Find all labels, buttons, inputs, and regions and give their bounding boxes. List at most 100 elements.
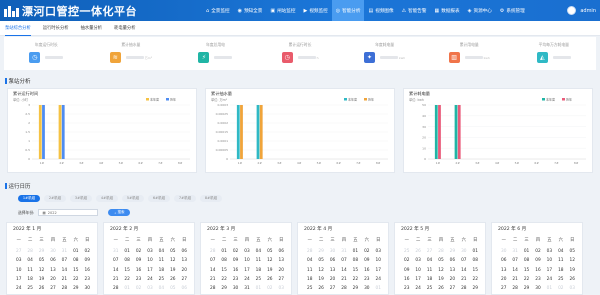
calendar-day[interactable]: 27 (13, 249, 24, 258)
calendar-day[interactable]: 21 (59, 277, 70, 286)
calendar-day[interactable]: 05 (167, 286, 178, 295)
calendar-day[interactable]: 27 (424, 249, 435, 258)
calendar-day[interactable]: 25 (424, 286, 435, 295)
pump-toggle-2[interactable]: 2#机组 (44, 195, 66, 202)
calendar-day[interactable]: 22 (350, 277, 361, 286)
calendar-day[interactable]: 05 (264, 249, 275, 258)
pump-toggle-8[interactable]: 8#机组 (200, 195, 222, 202)
calendar-day[interactable]: 24 (412, 286, 423, 295)
calendar-day[interactable]: 02 (133, 286, 144, 295)
calendar-day[interactable]: 07 (207, 258, 218, 267)
calendar-day[interactable]: 28 (207, 249, 218, 258)
calendar-day[interactable]: 13 (179, 258, 190, 267)
calendar-day[interactable]: 06 (327, 258, 338, 267)
tab-0[interactable]: 泵站综合分析 (5, 21, 31, 36)
calendar-day[interactable]: 01 (350, 249, 361, 258)
search-button[interactable]: ⌕ 搜索 (108, 209, 131, 216)
calendar-day[interactable]: 01 (373, 286, 384, 295)
calendar-day[interactable]: 24 (373, 277, 384, 286)
pump-toggle-4[interactable]: 4#机组 (96, 195, 118, 202)
pump-toggle-1[interactable]: 1#机组 (18, 195, 40, 202)
calendar-day[interactable]: 29 (447, 249, 458, 258)
calendar-day[interactable]: 20 (276, 268, 287, 277)
calendar-day[interactable]: 07 (59, 258, 70, 267)
calendar-day[interactable]: 30 (361, 286, 372, 295)
calendar-day[interactable]: 12 (315, 268, 326, 277)
calendar-day[interactable]: 09 (401, 268, 412, 277)
calendar-day[interactable]: 21 (338, 277, 349, 286)
calendar-day[interactable]: 22 (521, 277, 532, 286)
calendar-day[interactable]: 14 (458, 268, 469, 277)
calendar-day[interactable]: 25 (304, 286, 315, 295)
calendar-day[interactable]: 01 (121, 286, 132, 295)
calendar-day[interactable]: 14 (207, 268, 218, 277)
calendar-day[interactable]: 19 (315, 277, 326, 286)
calendar-day[interactable]: 16 (361, 268, 372, 277)
calendar-day[interactable]: 26 (315, 286, 326, 295)
calendar-day[interactable]: 30 (498, 249, 509, 258)
tab-1[interactable]: 运行时长分析 (43, 21, 69, 35)
calendar-day[interactable]: 23 (82, 277, 93, 286)
calendar-day[interactable]: 02 (555, 286, 566, 295)
calendar-day[interactable]: 11 (555, 258, 566, 267)
calendar-day[interactable]: 08 (70, 258, 81, 267)
calendar-day[interactable]: 20 (447, 277, 458, 286)
calendar-day[interactable]: 16 (133, 268, 144, 277)
calendar-day[interactable]: 09 (361, 258, 372, 267)
avatar[interactable] (567, 6, 577, 15)
calendar-day[interactable]: 23 (133, 277, 144, 286)
calendar-day[interactable]: 11 (24, 268, 35, 277)
calendar-day[interactable]: 10 (13, 268, 24, 277)
calendar-day[interactable]: 06 (179, 249, 190, 258)
pump-toggle-6[interactable]: 6#机组 (148, 195, 170, 202)
calendar-day[interactable]: 06 (179, 286, 190, 295)
calendar-day[interactable]: 29 (36, 249, 47, 258)
nav-item-3[interactable]: ▶ 视频监控 (299, 0, 331, 21)
calendar-day[interactable]: 19 (567, 268, 578, 277)
nav-item-8[interactable]: ◈ 资源中心 (464, 0, 496, 21)
calendar-day[interactable]: 11 (253, 258, 264, 267)
calendar-day[interactable]: 04 (253, 249, 264, 258)
calendar-day[interactable]: 05 (315, 258, 326, 267)
calendar-day[interactable]: 18 (304, 277, 315, 286)
calendar-day[interactable]: 21 (458, 277, 469, 286)
calendar-day[interactable]: 09 (532, 258, 543, 267)
calendar-day[interactable]: 02 (401, 258, 412, 267)
calendar-day[interactable]: 22 (218, 277, 229, 286)
calendar-day[interactable]: 14 (59, 268, 70, 277)
calendar-day[interactable]: 29 (218, 286, 229, 295)
calendar-day[interactable]: 03 (144, 249, 155, 258)
calendar-day[interactable]: 28 (435, 249, 446, 258)
calendar-day[interactable]: 03 (241, 249, 252, 258)
calendar-day[interactable]: 13 (327, 268, 338, 277)
calendar-day[interactable]: 16 (82, 268, 93, 277)
calendar-day[interactable]: 23 (361, 277, 372, 286)
calendar-day[interactable]: 02 (264, 286, 275, 295)
nav-item-2[interactable]: ▣ 闸站监控 (266, 0, 299, 21)
calendar-day[interactable]: 08 (521, 258, 532, 267)
calendar-day[interactable]: 17 (13, 277, 24, 286)
calendar-day[interactable]: 30 (82, 286, 93, 295)
nav-item-0[interactable]: ⌂ 全景监控 (202, 0, 234, 21)
calendar-day[interactable]: 04 (424, 258, 435, 267)
calendar-day[interactable]: 08 (121, 258, 132, 267)
calendar-day[interactable]: 17 (144, 268, 155, 277)
calendar-day[interactable]: 29 (70, 286, 81, 295)
calendar-day[interactable]: 12 (264, 258, 275, 267)
calendar-day[interactable]: 09 (133, 258, 144, 267)
calendar-day[interactable]: 18 (424, 277, 435, 286)
calendar-day[interactable]: 06 (276, 249, 287, 258)
calendar-day[interactable]: 30 (230, 286, 241, 295)
calendar-day[interactable]: 20 (47, 277, 58, 286)
calendar-day[interactable]: 13 (276, 258, 287, 267)
calendar-day[interactable]: 31 (509, 249, 520, 258)
calendar-day[interactable]: 26 (412, 249, 423, 258)
calendar-day[interactable]: 22 (470, 277, 481, 286)
calendar-day[interactable]: 27 (276, 277, 287, 286)
calendar-day[interactable]: 02 (230, 249, 241, 258)
calendar-day[interactable]: 15 (470, 268, 481, 277)
calendar-day[interactable]: 20 (498, 277, 509, 286)
calendar-day[interactable]: 07 (458, 258, 469, 267)
calendar-day[interactable]: 28 (509, 286, 520, 295)
nav-item-1[interactable]: ◉ 预知全景 (234, 0, 267, 21)
